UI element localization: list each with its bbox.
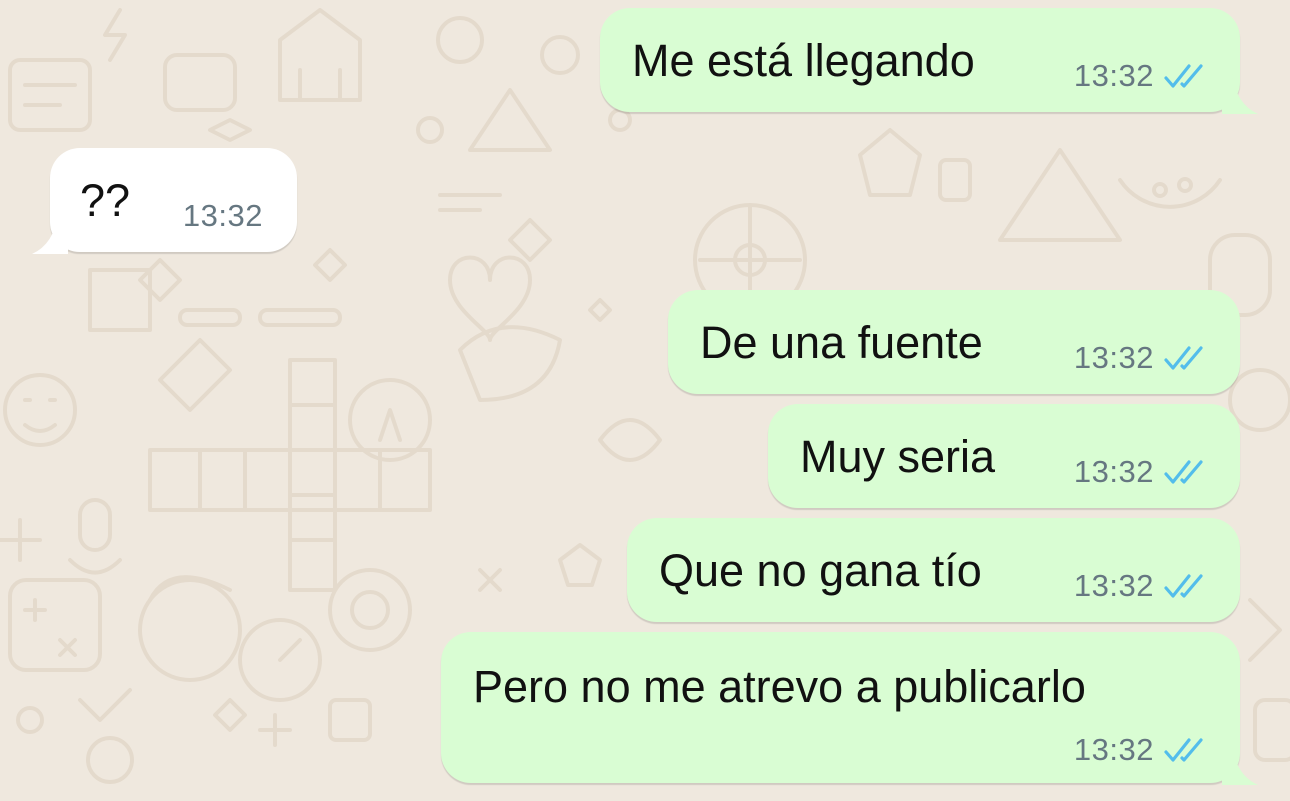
message-meta: 13:32 [1074,456,1210,487]
message-meta: 13:32 [1074,734,1210,765]
message-text: Muy seria [800,431,996,482]
message-text: Que no gana tío [659,545,982,596]
message-meta: 13:32 [1074,60,1210,91]
incoming-message[interactable]: ?? 13:32 [32,148,297,254]
bubble-tail [1222,745,1258,785]
message-text: Me está llegando [632,35,975,86]
read-ticks-icon [1164,737,1203,762]
message-time: 13:32 [1073,340,1154,375]
bubble-tail [1222,74,1258,114]
message-text: Pero no me atrevo a publicarlo [473,661,1086,712]
message-time: 13:32 [1073,568,1154,603]
outgoing-message[interactable]: De una fuente 13:32 [668,290,1240,394]
read-ticks-icon [1164,345,1203,370]
message-meta: 13:32 [1074,570,1210,601]
read-ticks-icon [1164,459,1203,484]
outgoing-message[interactable]: Pero no me atrevo a publicarlo 13:32 [441,632,1258,785]
read-ticks-icon [1164,573,1203,598]
read-ticks-icon [1164,63,1203,88]
message-meta: 13:32 [183,200,263,231]
outgoing-message[interactable]: Me está llegando 13:32 [600,8,1258,114]
message-text: De una fuente [700,317,983,368]
outgoing-message[interactable]: Muy seria 13:32 [768,404,1240,508]
message-list: Me está llegando 13:32 ?? 13:32 De una f… [0,0,1290,801]
message-text: ?? [80,175,131,226]
message-time: 13:32 [182,198,263,233]
message-time: 13:32 [1073,58,1154,93]
bubble-tail [32,214,68,254]
message-meta: 13:32 [1074,342,1210,373]
message-time: 13:32 [1073,454,1154,489]
outgoing-message[interactable]: Que no gana tío 13:32 [627,518,1240,622]
message-time: 13:32 [1073,732,1154,767]
